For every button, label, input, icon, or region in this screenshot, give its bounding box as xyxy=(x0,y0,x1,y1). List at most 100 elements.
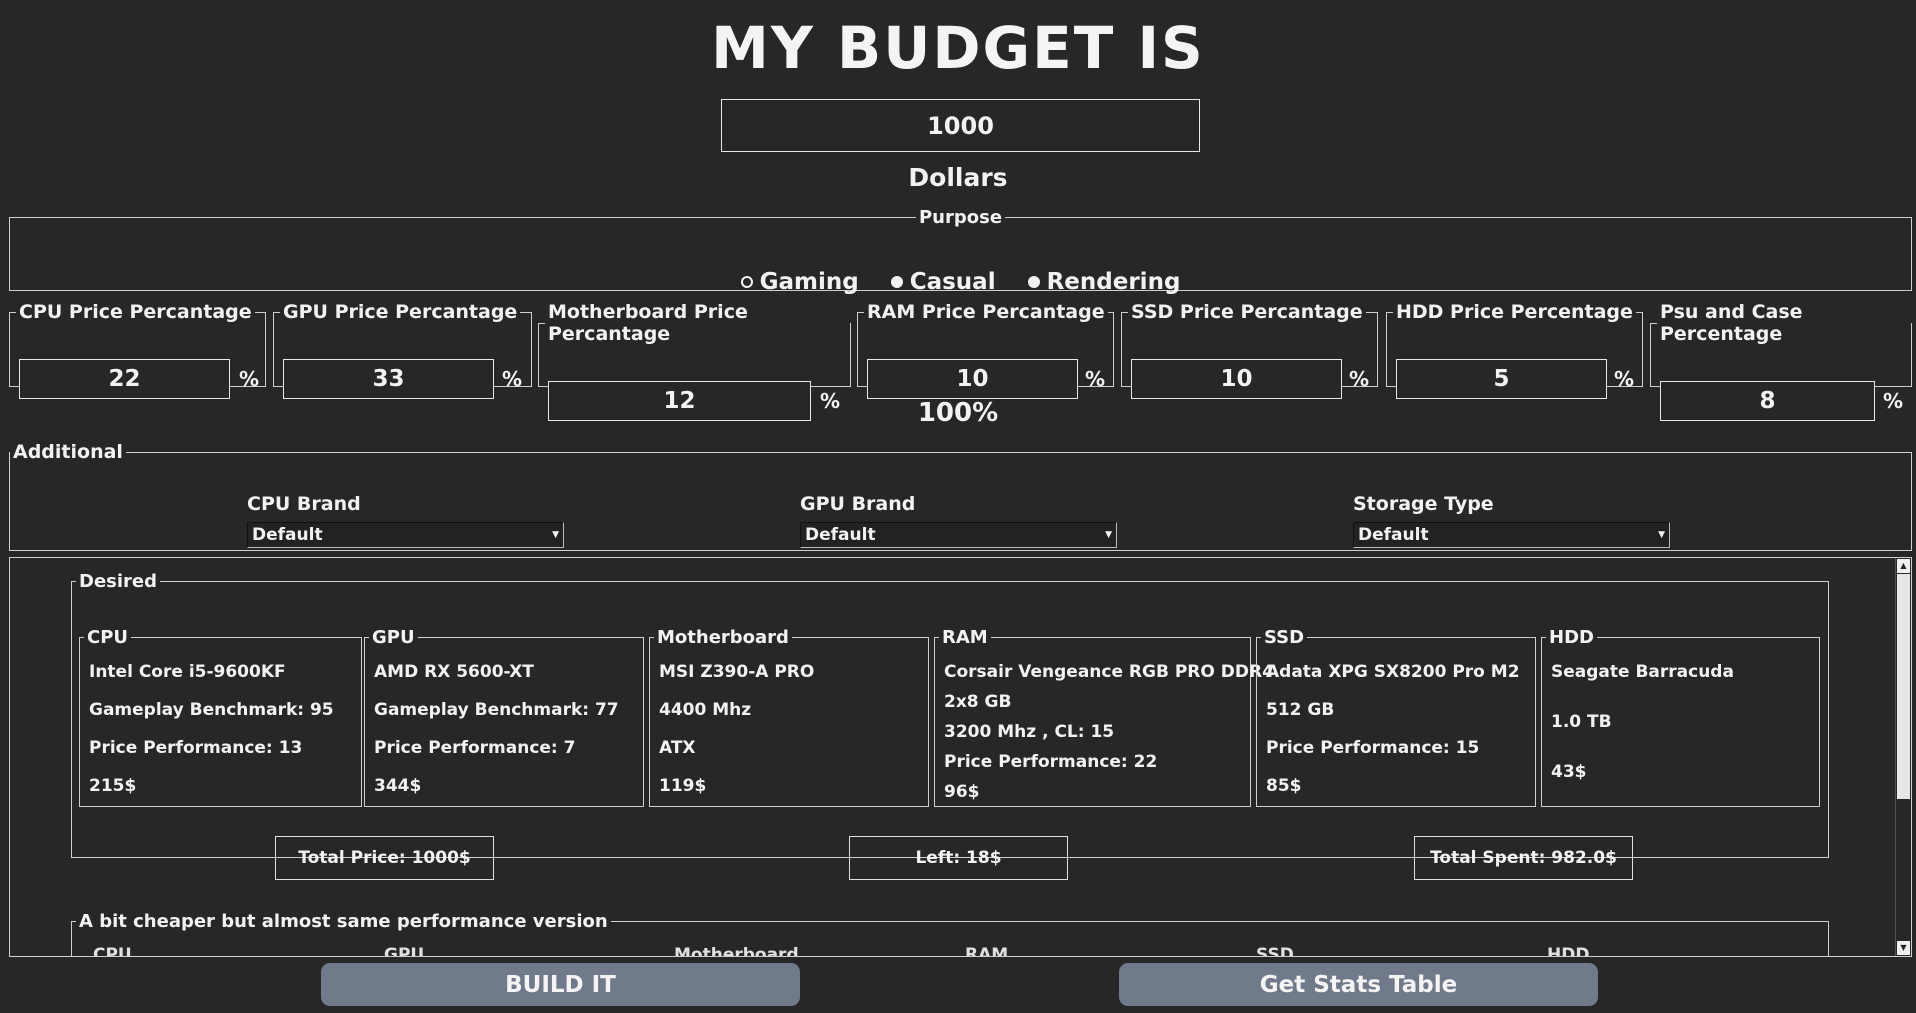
percent-sign: % xyxy=(1614,367,1635,391)
cpu-brand-select[interactable]: Default ▼ xyxy=(247,522,564,548)
desired-legend: Desired xyxy=(79,571,158,592)
ssd-price: 85$ xyxy=(1266,776,1302,796)
ssd-name: Adata XPG SX8200 Pro M2 xyxy=(1266,662,1520,682)
radio-gaming[interactable]: Gaming xyxy=(740,269,859,295)
purpose-legend: Purpose xyxy=(918,207,1003,228)
hdd-card-legend: HDD xyxy=(1549,627,1594,648)
ram-card-legend: RAM xyxy=(942,627,988,648)
psu-case-percentage-group: Psu and Case Percentage % xyxy=(1650,301,1912,421)
left-amount-box: Left: 18$ xyxy=(849,836,1068,880)
radio-gaming-label: Gaming xyxy=(759,269,859,295)
cpu-price: 215$ xyxy=(89,776,137,796)
ssd-card-legend: SSD xyxy=(1264,627,1305,648)
radio-circle-icon xyxy=(1027,276,1040,288)
chevron-down-icon: ▼ xyxy=(1658,530,1665,540)
ram-capacity: 2x8 GB xyxy=(944,692,1012,712)
ram-price-performance: Price Performance: 22 xyxy=(944,752,1158,772)
ram-percentage-input[interactable] xyxy=(867,359,1078,399)
get-stats-table-button[interactable]: Get Stats Table xyxy=(1119,963,1598,1006)
ssd-percentage-legend: SSD Price Percantage xyxy=(1131,301,1363,323)
desired-cpu-card: CPU Intel Core i5-9600KF Gameplay Benchm… xyxy=(79,627,362,807)
budget-input[interactable] xyxy=(721,99,1200,152)
desired-gpu-card: GPU AMD RX 5600-XT Gameplay Benchmark: 7… xyxy=(364,627,644,807)
scroll-up-icon[interactable]: ▲ xyxy=(1897,559,1910,573)
ssd-capacity: 512 GB xyxy=(1266,700,1335,720)
gpu-percentage-legend: GPU Price Percantage xyxy=(283,301,518,323)
cpu-percentage-group: CPU Price Percantage % xyxy=(9,301,266,399)
gpu-percentage-input[interactable] xyxy=(283,359,494,399)
additional-legend: Additional xyxy=(13,441,123,463)
results-scroll-area[interactable]: Desired CPU Intel Core i5-9600KF Gamepla… xyxy=(9,557,1912,957)
storage-type-value: Default xyxy=(1358,525,1429,545)
hdd-price: 43$ xyxy=(1551,762,1587,782)
percent-sign: % xyxy=(502,367,523,391)
radio-circle-icon xyxy=(740,276,753,288)
hdd-capacity: 1.0 TB xyxy=(1551,712,1612,732)
hdd-percentage-input[interactable] xyxy=(1396,359,1607,399)
radio-rendering-label: Rendering xyxy=(1046,269,1181,295)
desired-motherboard-card: Motherboard MSI Z390-A PRO 4400 Mhz ATX … xyxy=(649,627,929,807)
cpu-price-performance: Price Performance: 13 xyxy=(89,738,303,758)
percent-sign: % xyxy=(1085,367,1106,391)
gpu-brand-select[interactable]: Default ▼ xyxy=(800,522,1117,548)
cheaper-ssd-label: SSD xyxy=(1256,945,1294,957)
desired-build-group: Desired CPU Intel Core i5-9600KF Gamepla… xyxy=(71,571,1829,880)
total-spent-box: Total Spent: 982.0$ xyxy=(1414,836,1633,880)
hdd-name: Seagate Barracuda xyxy=(1551,662,1734,682)
cpu-brand-value: Default xyxy=(252,525,323,545)
cheaper-hdd-label: HDD xyxy=(1547,945,1590,957)
storage-type-label: Storage Type xyxy=(1353,493,1494,515)
additional-group: Additional CPU Brand Default ▼ GPU Brand… xyxy=(9,441,1912,551)
hdd-percentage-legend: HDD Price Percentage xyxy=(1396,301,1633,323)
radio-rendering[interactable]: Rendering xyxy=(1027,269,1181,295)
ssd-price-performance: Price Performance: 15 xyxy=(1266,738,1480,758)
hdd-percentage-group: HDD Price Percentage % xyxy=(1386,301,1643,399)
ram-price: 96$ xyxy=(944,782,980,802)
purpose-group: Purpose Gaming Casual Rendering xyxy=(9,207,1912,295)
gpu-name: AMD RX 5600-XT xyxy=(374,662,534,682)
gpu-card-legend: GPU xyxy=(372,627,415,648)
motherboard-price: 119$ xyxy=(659,776,707,796)
percent-sign: % xyxy=(239,367,260,391)
gpu-price: 344$ xyxy=(374,776,422,796)
chevron-down-icon: ▼ xyxy=(552,530,559,540)
total-percentage: 100% xyxy=(917,398,999,428)
percent-sign: % xyxy=(1349,367,1370,391)
radio-casual[interactable]: Casual xyxy=(890,269,996,295)
cheaper-gpu-label: GPU xyxy=(384,945,425,957)
motherboard-percentage-group: Motherboard Price Percantage % xyxy=(538,301,851,421)
ram-percentage-legend: RAM Price Percantage xyxy=(867,301,1105,323)
motherboard-card-legend: Motherboard xyxy=(657,627,789,648)
gpu-benchmark: Gameplay Benchmark: 77 xyxy=(374,700,619,720)
motherboard-name: MSI Z390-A PRO xyxy=(659,662,815,682)
ssd-percentage-group: SSD Price Percantage % xyxy=(1121,301,1378,399)
build-it-button[interactable]: BUILD IT xyxy=(321,963,800,1006)
ram-percentage-group: RAM Price Percantage % xyxy=(857,301,1114,399)
desired-hdd-card: HDD Seagate Barracuda 1.0 TB 43$ xyxy=(1541,627,1820,807)
cheaper-ram-label: RAM xyxy=(965,945,1009,957)
cpu-benchmark: Gameplay Benchmark: 95 xyxy=(89,700,334,720)
desired-ssd-card: SSD Adata XPG SX8200 Pro M2 512 GB Price… xyxy=(1256,627,1536,807)
cheaper-legend: A bit cheaper but almost same performanc… xyxy=(79,911,608,932)
cpu-card-legend: CPU xyxy=(87,627,129,648)
ssd-percentage-input[interactable] xyxy=(1131,359,1342,399)
cpu-percentage-legend: CPU Price Percantage xyxy=(19,301,252,323)
ram-name: Corsair Vengeance RGB PRO DDR4 xyxy=(944,662,1274,682)
cpu-percentage-input[interactable] xyxy=(19,359,230,399)
psu-case-percentage-legend: Psu and Case Percentage xyxy=(1660,301,1803,345)
gpu-brand-label: GPU Brand xyxy=(800,493,916,515)
scrollbar-thumb[interactable] xyxy=(1897,574,1910,799)
cheaper-cpu-label: CPU xyxy=(93,945,132,957)
total-price-box: Total Price: 1000$ xyxy=(275,836,494,880)
radio-circle-icon xyxy=(890,276,903,288)
gpu-brand-value: Default xyxy=(805,525,876,545)
vertical-scrollbar[interactable]: ▲ ▼ xyxy=(1895,558,1911,956)
motherboard-percentage-legend: Motherboard Price Percantage xyxy=(548,301,748,345)
scroll-down-icon[interactable]: ▼ xyxy=(1897,941,1910,955)
storage-type-select[interactable]: Default ▼ xyxy=(1353,522,1670,548)
gpu-percentage-group: GPU Price Percantage % xyxy=(273,301,532,399)
cpu-brand-label: CPU Brand xyxy=(247,493,361,515)
chevron-down-icon: ▼ xyxy=(1105,530,1112,540)
motherboard-form-factor: ATX xyxy=(659,738,696,758)
desired-ram-card: RAM Corsair Vengeance RGB PRO DDR4 2x8 G… xyxy=(934,627,1274,807)
